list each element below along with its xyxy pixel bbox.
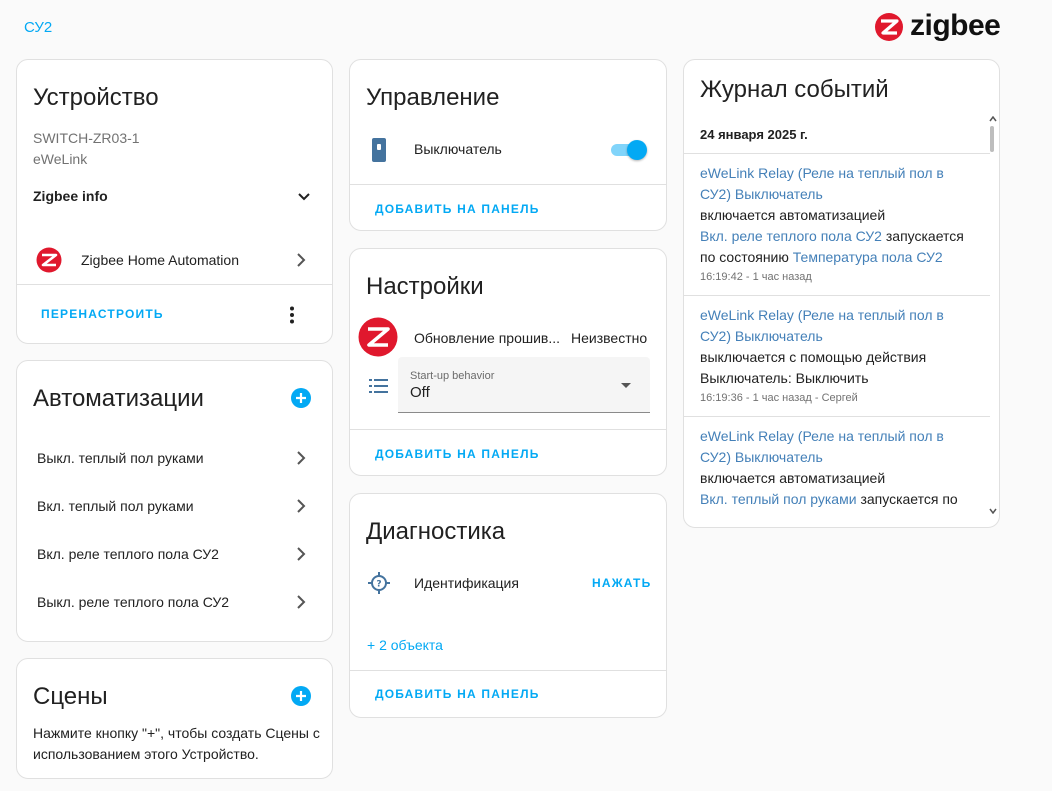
logbook-entity-link[interactable]: eWeLink Relay (Реле на теплый пол в СУ2)…	[700, 307, 944, 344]
logbook-message: включается автоматизацией	[700, 470, 886, 486]
logbook-entity-link[interactable]: eWeLink Relay (Реле на теплый пол в СУ2)…	[700, 428, 944, 465]
chevron-right-icon	[297, 595, 306, 609]
automations-card: Автоматизации Выкл. теплый пол руками Вк…	[16, 360, 333, 642]
device-model: SWITCH-ZR03-1	[33, 130, 140, 146]
more-vert-icon[interactable]	[289, 306, 295, 324]
integration-label: Zigbee Home Automation	[81, 252, 239, 268]
zigbee-logo-text: zigbee	[910, 9, 1001, 42]
svg-text:?: ?	[376, 580, 381, 590]
firmware-value: Неизвестно	[571, 330, 648, 346]
zigbee-firmware-icon	[358, 317, 398, 357]
zigbee-info-expander[interactable]: Zigbee info	[17, 180, 332, 214]
add-to-panel-button[interactable]: ДОБАВИТЬ НА ПАНЕЛЬ	[375, 202, 540, 216]
logbook-scrollbar[interactable]	[987, 116, 999, 524]
scenes-description: Нажмите кнопку "+", чтобы создать Сцены …	[33, 725, 320, 762]
logbook-entry: eWeLink Relay (Реле на теплый пол в СУ2)…	[700, 163, 972, 286]
automation-item[interactable]: Выкл. теплый пол руками	[17, 441, 332, 475]
logbook-context-text: запускается по	[860, 491, 958, 507]
settings-card: Настройки Обновление прошив... Неизвестн…	[349, 248, 667, 476]
logbook-card-title: Журнал событий	[700, 76, 889, 103]
integration-row[interactable]: Zigbee Home Automation	[17, 240, 332, 280]
logbook-separator	[684, 416, 990, 417]
logbook-context-link[interactable]: Вкл. теплый пол руками	[700, 491, 857, 507]
chevron-right-icon	[297, 547, 306, 561]
automation-item[interactable]: Выкл. реле теплого пола СУ2	[17, 585, 332, 619]
reconfigure-button[interactable]: ПЕРЕНАСТРОИТЬ	[41, 307, 164, 321]
switch-label: Выключатель	[414, 141, 502, 157]
switch-thumb	[627, 140, 647, 160]
chevron-down-icon	[298, 193, 310, 201]
device-manufacturer: eWeLink	[33, 151, 88, 167]
chevron-right-icon	[297, 499, 306, 513]
firmware-label[interactable]: Обновление прошив...	[414, 330, 560, 346]
logbook-context-link[interactable]: Температура пола СУ2	[793, 249, 943, 265]
logbook-time: 16:19:42 - 1 час назад	[700, 271, 812, 283]
add-to-panel-button[interactable]: ДОБАВИТЬ НА ПАНЕЛЬ	[375, 687, 540, 701]
add-scene-icon[interactable]	[291, 686, 311, 706]
logbook-time: 16:19:36 - 1 час назад - Сергей	[700, 392, 858, 404]
chevron-right-icon	[297, 451, 306, 465]
automation-item-label: Вкл. реле теплого пола СУ2	[37, 546, 219, 562]
device-card: Устройство SWITCH-ZR03-1 eWeLink Zigbee …	[16, 59, 333, 344]
format-list-icon	[369, 379, 388, 393]
logbook-entry: eWeLink Relay (Реле на теплый пол в СУ2)…	[700, 426, 972, 510]
automation-item[interactable]: Вкл. теплый пол руками	[17, 489, 332, 523]
scenes-card-title: Сцены	[33, 683, 108, 710]
add-to-panel-button[interactable]: ДОБАВИТЬ НА ПАНЕЛЬ	[375, 447, 540, 461]
controls-card-title: Управление	[366, 84, 500, 111]
logbook-context-link[interactable]: Вкл. реле теплого пола СУ2	[700, 228, 882, 244]
select-label: Start-up behavior	[410, 370, 495, 382]
identify-label: Идентификация	[414, 575, 519, 591]
logbook-entity-link[interactable]: eWeLink Relay (Реле на теплый пол в СУ2)…	[700, 165, 944, 202]
light-switch-icon	[372, 138, 386, 162]
controls-card: Управление Выключатель ДОБАВИТЬ НА ПАНЕЛ…	[349, 59, 667, 231]
startup-behavior-select[interactable]: Start-up behavior Off	[398, 357, 650, 413]
scenes-card: Сцены Нажмите кнопку "+", чтобы создать …	[16, 658, 333, 779]
diagnostics-card: Диагностика ? Идентификация НАЖАТЬ + 2 о…	[349, 493, 667, 718]
divider	[350, 670, 666, 671]
divider	[350, 184, 666, 185]
automations-card-title: Автоматизации	[33, 385, 204, 412]
crosshairs-question-icon: ?	[368, 572, 390, 594]
scroll-down-arrow-icon[interactable]	[989, 508, 997, 514]
zigbee-logo: zigbee	[874, 9, 1004, 43]
add-automation-icon[interactable]	[291, 388, 311, 408]
zigbee-icon	[36, 247, 62, 273]
logbook-card: Журнал событий 24 января 2025 г. eWeLink…	[683, 59, 1000, 528]
settings-card-title: Настройки	[366, 273, 484, 300]
logbook-entry: eWeLink Relay (Реле на теплый пол в СУ2)…	[700, 305, 972, 407]
divider	[17, 284, 332, 285]
automation-item[interactable]: Вкл. реле теплого пола СУ2	[17, 537, 332, 571]
logbook-separator	[684, 295, 990, 296]
automation-item-label: Выкл. теплый пол руками	[37, 450, 204, 466]
switch-toggle[interactable]	[609, 140, 647, 160]
chevron-right-icon	[297, 253, 306, 267]
dropdown-arrow-icon	[621, 383, 631, 388]
scroll-up-arrow-icon[interactable]	[989, 116, 997, 122]
logbook-date: 24 января 2025 г.	[700, 127, 808, 142]
breadcrumb[interactable]: СУ2	[24, 19, 52, 36]
zigbee-logo-icon	[875, 13, 903, 41]
logbook-scroll-area[interactable]: 24 января 2025 г. eWeLink Relay (Реле на…	[684, 115, 999, 525]
logbook-message: включается автоматизацией	[700, 207, 886, 223]
logbook-message: выключается с помощью действия Выключате…	[700, 349, 927, 386]
identify-button[interactable]: НАЖАТЬ	[592, 576, 651, 590]
diagnostics-card-title: Диагностика	[366, 518, 506, 545]
automation-item-label: Выкл. реле теплого пола СУ2	[37, 594, 230, 610]
logbook-separator	[684, 153, 990, 154]
device-card-title: Устройство	[33, 84, 159, 111]
divider	[350, 429, 666, 430]
select-value: Off	[410, 384, 430, 401]
automation-item-label: Вкл. теплый пол руками	[37, 498, 194, 514]
zigbee-info-label: Zigbee info	[33, 188, 108, 204]
scrollbar-thumb[interactable]	[990, 126, 994, 152]
more-entities-link[interactable]: + 2 объекта	[367, 637, 443, 653]
